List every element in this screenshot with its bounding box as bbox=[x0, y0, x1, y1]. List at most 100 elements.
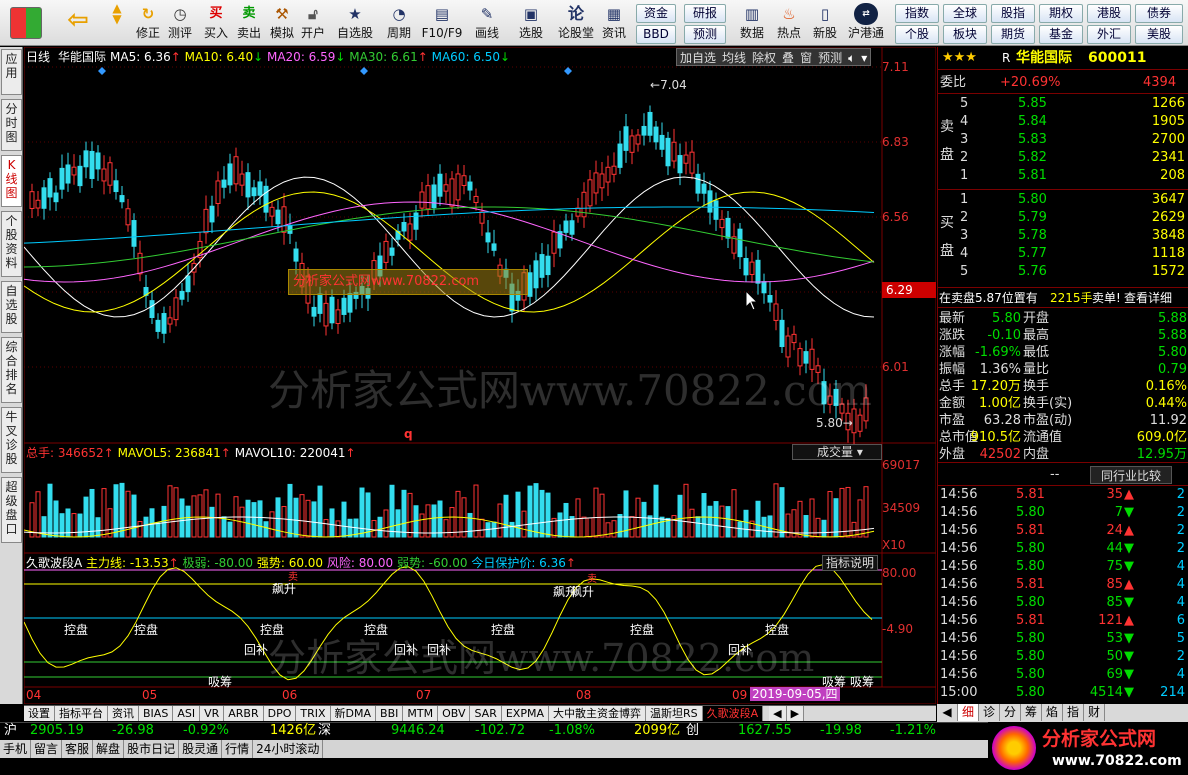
status-item[interactable]: 客服 bbox=[62, 740, 94, 758]
sell-level-row[interactable]: 3 5.83 2700 bbox=[938, 131, 1188, 149]
fund-flow-button[interactable]: 资金 bbox=[636, 4, 676, 23]
sell-button[interactable]: 卖 卖出 bbox=[235, 2, 263, 44]
sector-button[interactable]: 板块 bbox=[943, 25, 987, 44]
buy-level-row[interactable]: 3 5.78 3848 bbox=[938, 227, 1188, 245]
quote-tab[interactable]: 指 bbox=[1063, 704, 1084, 721]
indicator-tab[interactable]: MTM bbox=[403, 706, 439, 721]
period-label[interactable]: 日线 bbox=[26, 50, 50, 64]
chart-area[interactable]: 日线 华能国际 MA5: 6.36↑ MA10: 6.40↓ MA20: 6.5… bbox=[24, 47, 936, 704]
status-item[interactable]: 行情 bbox=[222, 740, 254, 758]
indicator-tab[interactable]: 指标平台 bbox=[55, 706, 108, 721]
status-item[interactable]: 24小时滚动 bbox=[253, 740, 324, 758]
tab-diagnosis[interactable]: 牛叉诊股 bbox=[1, 407, 22, 473]
tab-kline[interactable]: K线图 bbox=[1, 155, 22, 207]
index-button[interactable]: 指数 bbox=[895, 4, 939, 23]
logo-icon[interactable] bbox=[6, 2, 46, 44]
buy-level-row[interactable]: 1 5.80 3647 bbox=[938, 191, 1188, 209]
indicator-explain-button[interactable]: 指标说明 bbox=[822, 555, 879, 571]
back-arrow-icon[interactable]: ⇦ bbox=[64, 2, 92, 44]
add-watchlist-menu[interactable]: 加自选 bbox=[677, 49, 719, 65]
chevron-down-icon[interactable]: ▾ bbox=[858, 49, 870, 65]
global-button[interactable]: 全球 bbox=[943, 4, 987, 23]
tab-ranking[interactable]: 综合排名 bbox=[1, 337, 22, 403]
ipo-button[interactable]: ▯ 新股 bbox=[808, 2, 842, 44]
funds-button[interactable]: 基金 bbox=[1039, 25, 1083, 44]
fix-button[interactable]: ↻ 修正 bbox=[133, 2, 163, 44]
quote-tab[interactable]: 筹 bbox=[1021, 704, 1042, 721]
simulate-button[interactable]: ⚒ 模拟 bbox=[267, 2, 297, 44]
status-item[interactable]: 解盘 bbox=[93, 740, 125, 758]
forecast-button[interactable]: 预测 bbox=[684, 25, 726, 44]
forum-button[interactable]: 论 论股堂 bbox=[556, 2, 596, 44]
buy-level-row[interactable]: 4 5.77 1118 bbox=[938, 245, 1188, 263]
quote-tab[interactable]: 诊 bbox=[979, 704, 1000, 721]
buy-button[interactable]: 买 买入 bbox=[202, 2, 230, 44]
quote-tab[interactable]: 焰 bbox=[1042, 704, 1063, 721]
window-menu[interactable]: 窗 bbox=[797, 49, 815, 65]
forex-button[interactable]: 外汇 bbox=[1087, 25, 1131, 44]
volume-dropdown[interactable]: 成交量 ▾ bbox=[792, 444, 882, 460]
options-button[interactable]: 期权 bbox=[1039, 4, 1083, 23]
indicator-tab[interactable]: BBI bbox=[376, 706, 404, 721]
indicator-tab[interactable]: BIAS bbox=[139, 706, 174, 721]
forecast-menu[interactable]: 预测 bbox=[815, 49, 845, 65]
sell-level-row[interactable]: 2 5.82 2341 bbox=[938, 149, 1188, 167]
stock-picker-button[interactable]: ▣ 选股 bbox=[512, 2, 550, 44]
status-item[interactable]: 股市日记 bbox=[124, 740, 180, 758]
sell-level-row[interactable]: 5 5.85 1266 bbox=[938, 95, 1188, 113]
draw-line-button[interactable]: ✎ 画线 bbox=[468, 2, 506, 44]
quote-tab[interactable]: 财 bbox=[1084, 704, 1105, 721]
open-account-button[interactable]: 🔓︎ 开户 bbox=[298, 2, 328, 44]
buy-level-row[interactable]: 2 5.79 2629 bbox=[938, 209, 1188, 227]
industry-compare-button[interactable]: 同行业比较 bbox=[1090, 466, 1172, 484]
indicator-tab[interactable]: VR bbox=[200, 706, 225, 721]
indicator-tab[interactable]: 久歌波段A bbox=[702, 706, 764, 721]
news-button[interactable]: ▦ 资讯 bbox=[598, 2, 630, 44]
indicator-tab[interactable]: 温斯坦RS bbox=[645, 706, 703, 721]
scroll-left-icon[interactable]: ◀ bbox=[769, 706, 787, 721]
indicator-tab[interactable]: 资讯 bbox=[108, 706, 139, 721]
status-item[interactable]: 手机 bbox=[0, 740, 32, 758]
tab-apps[interactable]: 应用 bbox=[1, 49, 22, 95]
collapse-left-icon[interactable]: ◀ bbox=[937, 704, 958, 721]
sell-level-row[interactable]: 1 5.81 208 bbox=[938, 167, 1188, 185]
f10-button[interactable]: ▤ F10/F9 bbox=[420, 2, 464, 44]
hk-stocks-button[interactable]: 港股 bbox=[1087, 4, 1131, 23]
speaker-icon[interactable]: 🔈︎ bbox=[845, 49, 858, 65]
review-button[interactable]: ◷ 测评 bbox=[165, 2, 195, 44]
notice-detail-link[interactable]: 查看详细 bbox=[1124, 289, 1172, 307]
tab-watchlist[interactable]: 自选股 bbox=[1, 281, 22, 333]
hk-connect-button[interactable]: ⇄ 沪港通 bbox=[845, 2, 887, 44]
page-up-down-icon[interactable]: ▲ ▼ bbox=[105, 2, 129, 44]
indicator-tab[interactable]: SAR bbox=[470, 706, 502, 721]
indicator-tab[interactable]: ASI bbox=[173, 706, 201, 721]
status-item[interactable]: 留言 bbox=[31, 740, 63, 758]
status-item[interactable]: 股灵通 bbox=[179, 740, 223, 758]
indicator-tab[interactable]: 大中散主资金博弈 bbox=[548, 706, 646, 721]
period-button[interactable]: ◔ 周期 bbox=[382, 2, 416, 44]
indicator-tab[interactable]: EXPMA bbox=[501, 706, 549, 721]
tab-super-order[interactable]: 超级盘口 bbox=[1, 477, 22, 543]
overlay-menu[interactable]: 叠 bbox=[779, 49, 797, 65]
indicator-tab[interactable]: DPO bbox=[263, 706, 297, 721]
indicator-tab[interactable]: TRIX bbox=[296, 706, 331, 721]
futures-button[interactable]: 期货 bbox=[991, 25, 1035, 44]
ma-menu[interactable]: 均线 bbox=[719, 49, 749, 65]
buy-level-row[interactable]: 5 5.76 1572 bbox=[938, 263, 1188, 281]
exright-menu[interactable]: 除权 bbox=[749, 49, 779, 65]
sell-level-row[interactable]: 4 5.84 1905 bbox=[938, 113, 1188, 131]
research-button[interactable]: 研报 bbox=[684, 4, 726, 23]
stock-index-button[interactable]: 股指 bbox=[991, 4, 1035, 23]
indicator-tab[interactable]: ARBR bbox=[224, 706, 264, 721]
scroll-right-icon[interactable]: ▶ bbox=[786, 706, 805, 721]
us-stocks-button[interactable]: 美股 bbox=[1135, 25, 1183, 44]
large-order-notice[interactable]: 在卖盘5.87位置有 2215手 卖单! 查看详细 bbox=[938, 289, 1188, 307]
single-stock-button[interactable]: 个股 bbox=[895, 25, 939, 44]
quote-tab[interactable]: 分 bbox=[1000, 704, 1021, 721]
tab-profile[interactable]: 个股资料 bbox=[1, 211, 22, 277]
indicator-tab[interactable]: 设置 bbox=[24, 706, 55, 721]
quote-tab[interactable]: 细 bbox=[958, 704, 979, 721]
bonds-button[interactable]: 债券 bbox=[1135, 4, 1183, 23]
tab-intraday[interactable]: 分时图 bbox=[1, 99, 22, 151]
indicator-tab[interactable]: 新DMA bbox=[330, 706, 377, 721]
